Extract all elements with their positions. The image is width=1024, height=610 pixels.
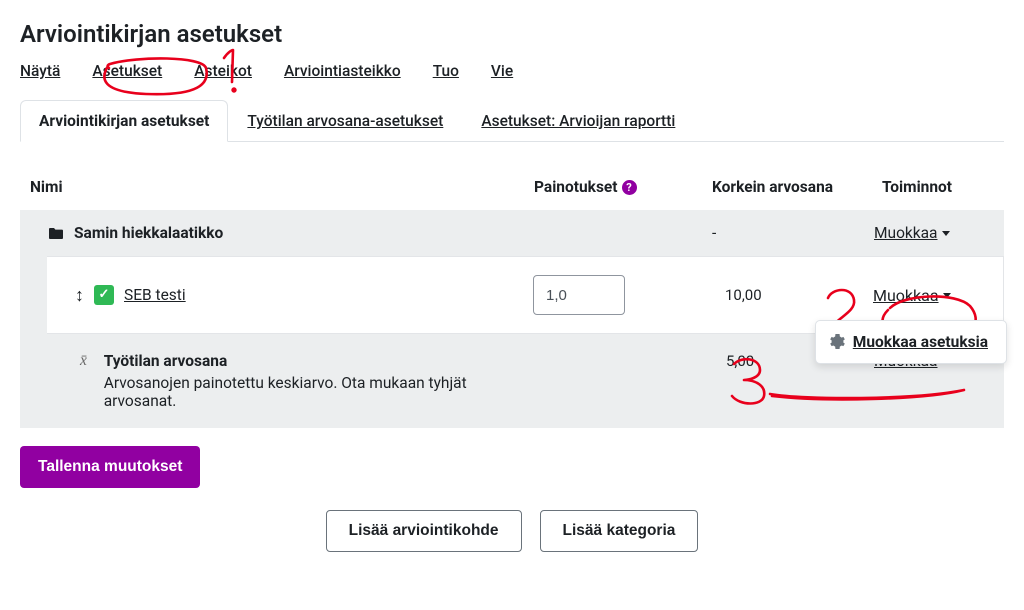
gear-icon [830,334,845,349]
category-edit-button[interactable]: Muokkaa [874,224,950,242]
tab-tyotilan-arvosana[interactable]: Työtilan arvosana-asetukset [228,100,462,141]
secondary-nav: Arviointikirjan asetukset Työtilan arvos… [20,100,1004,142]
col-korkein: Korkein arvosana [704,178,874,196]
item-area: ↕ SEB testi 10,00 Muokkaa Mu [20,256,1004,334]
nav-asteikot[interactable]: Asteikot [194,62,252,80]
weight-input[interactable] [533,275,625,315]
edit-settings-option[interactable]: Muokkaa asetuksia [820,327,1002,357]
total-sublabel: Arvosanojen painotettu keskiarvo. Ota mu… [104,374,534,410]
nav-asetukset[interactable]: Asetukset [92,62,162,80]
nav-nayta[interactable]: Näytä [20,62,60,80]
chevron-down-icon [943,293,951,298]
table-header-row: Nimi Painotukset ? Korkein arvosana Toim… [20,178,1004,210]
col-toiminnot: Toiminnot [874,178,1004,196]
grade-item-row: ↕ SEB testi 10,00 Muokkaa Mu [47,256,1004,334]
item-max: 10,00 [703,286,873,304]
tab-arviointikirjan-asetukset[interactable]: Arviointikirjan asetukset [20,100,228,142]
nav-tuo[interactable]: Tuo [433,62,459,80]
category-name-cell: Samin hiekkalaatikko [48,224,534,242]
nav-vie[interactable]: Vie [491,62,513,80]
checked-shield-icon [94,285,114,305]
category-max: - [704,224,874,242]
chevron-down-icon [942,231,950,236]
total-label: Työtilan arvosana [104,352,534,370]
add-grade-item-button[interactable]: Lisää arviointikohde [326,510,522,552]
nav-arviointiasteikko[interactable]: Arviointiasteikko [284,62,401,80]
col-nimi: Nimi [30,178,534,196]
tab-arvioijan-raportti[interactable]: Asetukset: Arvioijan raportti [462,100,694,141]
grade-setup-table: Nimi Painotukset ? Korkein arvosana Toim… [20,178,1004,428]
page-title: Arviointikirjan asetukset [20,20,1004,48]
item-edit-dropdown: Muokkaa asetuksia [815,320,1007,364]
help-icon[interactable]: ? [622,180,637,195]
col-painotukset: Painotukset ? [534,178,704,196]
item-edit-button[interactable]: Muokkaa [873,286,951,305]
grade-item-link[interactable]: SEB testi [124,286,186,304]
category-name: Samin hiekkalaatikko [74,224,223,242]
category-row: Samin hiekkalaatikko - Muokkaa [20,210,1004,256]
save-button[interactable]: Tallenna muutokset [20,446,200,488]
drag-handle-icon[interactable]: ↕ [75,285,84,306]
primary-nav: Näytä Asetukset Asteikot Arviointiasteik… [20,62,1004,90]
mean-icon: x̄ [80,352,94,410]
add-category-button[interactable]: Lisää kategoria [540,510,699,552]
folder-icon [48,227,64,240]
